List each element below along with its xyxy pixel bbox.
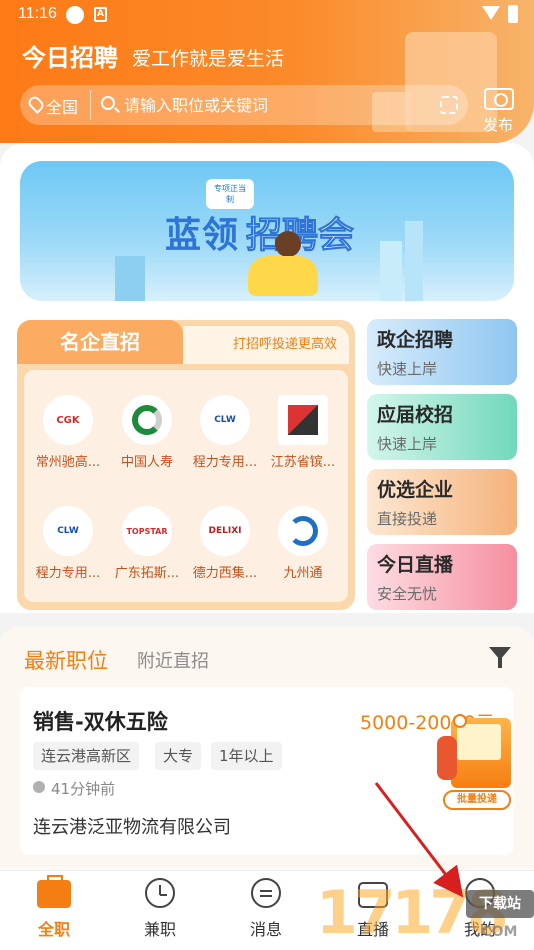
job-tag-location: 连云港高新区 <box>33 742 140 770</box>
site-watermark: 17178 下载站 .COM <box>316 862 534 950</box>
company-item[interactable]: CLW 程力专用... <box>33 506 103 581</box>
company-logo: TOPSTAR <box>122 506 172 556</box>
company-item[interactable]: 九州通 <box>268 506 338 581</box>
watermark-domain: .COM <box>476 924 518 940</box>
side-card-live-today[interactable]: 今日直播 安全无忧 <box>367 544 517 610</box>
watermark-download: 下载站 <box>466 890 534 918</box>
company-logo <box>278 506 328 556</box>
status-time: 11:16 <box>18 5 57 22</box>
famous-companies-tip: 打招呼投递更高效 <box>183 326 349 364</box>
company-item[interactable]: 江苏省镔... <box>268 395 338 470</box>
company-name: 程力专用... <box>35 566 101 581</box>
company-name: 九州通 <box>283 566 323 581</box>
company-item[interactable]: CLW 程力专用... <box>190 395 260 470</box>
app-notification-icon <box>66 6 84 24</box>
banner-tag: 专项正当制 <box>206 179 254 209</box>
nav-label: 全职 <box>37 920 70 939</box>
banner-title-part1: 蓝领 <box>165 215 240 256</box>
clock-icon <box>145 878 175 908</box>
job-title: 销售-双休五险 <box>33 710 168 734</box>
side-card-subtitle: 安全无忧 <box>377 585 438 603</box>
nav-label: 兼职 <box>143 920 176 939</box>
side-card-subtitle: 快速上岸 <box>377 435 438 453</box>
batch-apply-button[interactable]: 批量投递 <box>437 712 515 810</box>
company-name: 德力西集... <box>192 566 258 581</box>
batch-apply-badge <box>453 714 467 728</box>
company-logo <box>278 395 328 445</box>
nav-fulltime[interactable]: 全职 <box>9 875 99 940</box>
banner-building <box>115 256 145 301</box>
side-card-title: 政企招聘 <box>377 329 454 351</box>
tab-nearby-jobs[interactable]: 附近直招 <box>137 647 209 673</box>
nav-messages[interactable]: 消息 <box>221 878 311 940</box>
notification-letter-icon: A <box>94 7 107 22</box>
side-card-featured-companies[interactable]: 优选企业 直接投递 <box>367 469 517 535</box>
banner-building <box>380 241 402 301</box>
company-name: 中国人寿 <box>120 455 173 470</box>
banner-building <box>405 221 423 301</box>
banner-person <box>248 256 318 296</box>
company-logo: CLW <box>200 395 250 445</box>
company-name: 广东拓斯... <box>114 566 180 581</box>
side-card-subtitle: 直接投递 <box>377 510 438 528</box>
side-card-title: 应届校招 <box>377 404 454 426</box>
side-card-campus-recruitment[interactable]: 应届校招 快速上岸 <box>367 394 517 460</box>
job-company: 连云港泛亚物流有限公司 <box>33 817 231 838</box>
side-card-title: 优选企业 <box>377 479 454 501</box>
app-title: 今日招聘 <box>22 44 118 72</box>
company-logo: CLW <box>43 506 93 556</box>
batch-apply-document <box>457 724 501 760</box>
job-posted-time: 41分钟前 <box>51 780 116 798</box>
company-item[interactable]: TOPSTAR 广东拓斯... <box>112 506 182 581</box>
search-icon <box>101 96 115 110</box>
famous-companies-tab[interactable]: 名企直招 <box>17 320 183 364</box>
briefcase-icon <box>37 875 71 908</box>
batch-apply-label: 批量投递 <box>443 790 511 810</box>
side-card-title: 今日直播 <box>377 554 454 576</box>
company-logo <box>122 395 172 445</box>
promo-banner[interactable]: 专项正当制 蓝领 招聘会 <box>20 161 514 301</box>
wifi-icon <box>482 6 500 20</box>
company-logo: CGK <box>43 395 93 445</box>
clock-icon <box>33 781 45 793</box>
side-card-subtitle: 快速上岸 <box>377 360 438 378</box>
side-card-gov-recruitment[interactable]: 政企招聘 快速上岸 <box>367 319 517 385</box>
job-tag-experience: 1年以上 <box>211 742 282 770</box>
banner-person-head <box>275 231 301 257</box>
search-input[interactable] <box>124 93 374 117</box>
company-name: 常州驰高... <box>35 455 101 470</box>
nav-label: 消息 <box>249 920 282 939</box>
search-divider <box>90 90 91 120</box>
location-selector[interactable]: 全国 <box>46 94 78 118</box>
company-item[interactable]: CGK 常州驰高... <box>33 395 103 470</box>
company-item[interactable]: 中国人寿 <box>112 395 182 470</box>
status-bar: 11:16 A <box>0 0 534 30</box>
scan-icon[interactable] <box>440 96 458 114</box>
company-name: 程力专用... <box>192 455 258 470</box>
company-name: 江苏省镔... <box>270 455 336 470</box>
banner-title-part2: 招聘会 <box>245 215 355 257</box>
message-icon <box>251 878 281 908</box>
company-item[interactable]: DELIXI 德力西集... <box>190 506 260 581</box>
camera-icon[interactable] <box>484 88 514 110</box>
app-slogan: 爱工作就是爱生活 <box>132 48 285 70</box>
nav-parttime[interactable]: 兼职 <box>115 878 205 940</box>
tab-latest-jobs[interactable]: 最新职位 <box>24 645 108 675</box>
battery-icon <box>508 5 518 23</box>
batch-apply-figure <box>437 736 457 780</box>
job-tag-education: 大专 <box>155 742 202 770</box>
company-logo: DELIXI <box>200 506 250 556</box>
post-button[interactable]: 发布 <box>483 114 513 135</box>
filter-icon[interactable] <box>489 647 511 668</box>
